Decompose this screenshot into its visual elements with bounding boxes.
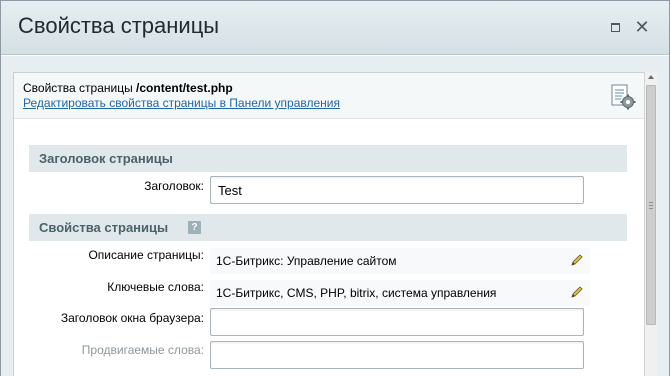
keywords-value-box: 1С-Битрикс, CMS, PHP, bitrix, система уп… [210,280,590,306]
maximize-button[interactable] [606,18,624,36]
dialog-content: Свойства страницы /content/test.php Реда… [1,56,669,376]
promoted-words-label: Продвигаемые слова: [81,343,204,357]
section-page-header-label: Заголовок страницы [39,151,173,166]
pencil-icon[interactable] [570,253,584,267]
description-value-box: 1С-Битрикс: Управление сайтом [210,248,590,274]
scroll-up-arrow-icon[interactable] [648,75,654,79]
dialog-title: Свойства страницы [18,13,220,38]
section-page-properties: Свойства страницы ? [29,214,627,241]
scroll-grip-line [649,205,653,206]
description-value: 1С-Битрикс: Управление сайтом [216,254,397,268]
close-button[interactable]: ✕ [633,18,651,36]
page-info-title: Свойства страницы /content/test.php [23,81,233,95]
title-input[interactable] [210,176,584,204]
scroll-grip-line [649,202,653,203]
keywords-label: Ключевые слова: [107,280,204,294]
browser-title-input[interactable] [210,308,584,336]
edit-in-control-panel-link[interactable]: Редактировать свойства страницы в Панели… [23,96,340,110]
properties-panel: Свойства страницы /content/test.php Реда… [13,72,645,376]
browser-title-label: Заголовок окна браузера: [60,311,204,325]
scroll-thumb[interactable] [646,85,656,325]
keywords-value: 1С-Битрикс, CMS, PHP, bitrix, система уп… [216,286,497,300]
page-properties-dialog: Свойства страницы ✕ Свойства страницы /c… [0,0,670,376]
promoted-words-input[interactable] [210,341,584,369]
pencil-icon[interactable] [570,285,584,299]
section-page-properties-label: Свойства страницы [39,220,169,235]
maximize-icon [610,22,620,32]
description-label: Описание страницы: [88,248,204,262]
page-info-header: Свойства страницы /content/test.php Реда… [14,73,644,119]
close-icon: ✕ [634,17,650,37]
scroll-grip-line [649,208,653,209]
help-icon[interactable]: ? [188,221,201,234]
dialog-titlebar[interactable]: Свойства страницы ✕ [1,1,669,55]
page-info-title-prefix: Свойства страницы [23,81,137,95]
section-page-header: Заголовок страницы [29,145,627,172]
vertical-scrollbar[interactable] [644,72,657,376]
page-path: /content/test.php [136,81,233,95]
page-settings-icon [611,84,636,110]
title-label: Заголовок: [144,179,204,193]
